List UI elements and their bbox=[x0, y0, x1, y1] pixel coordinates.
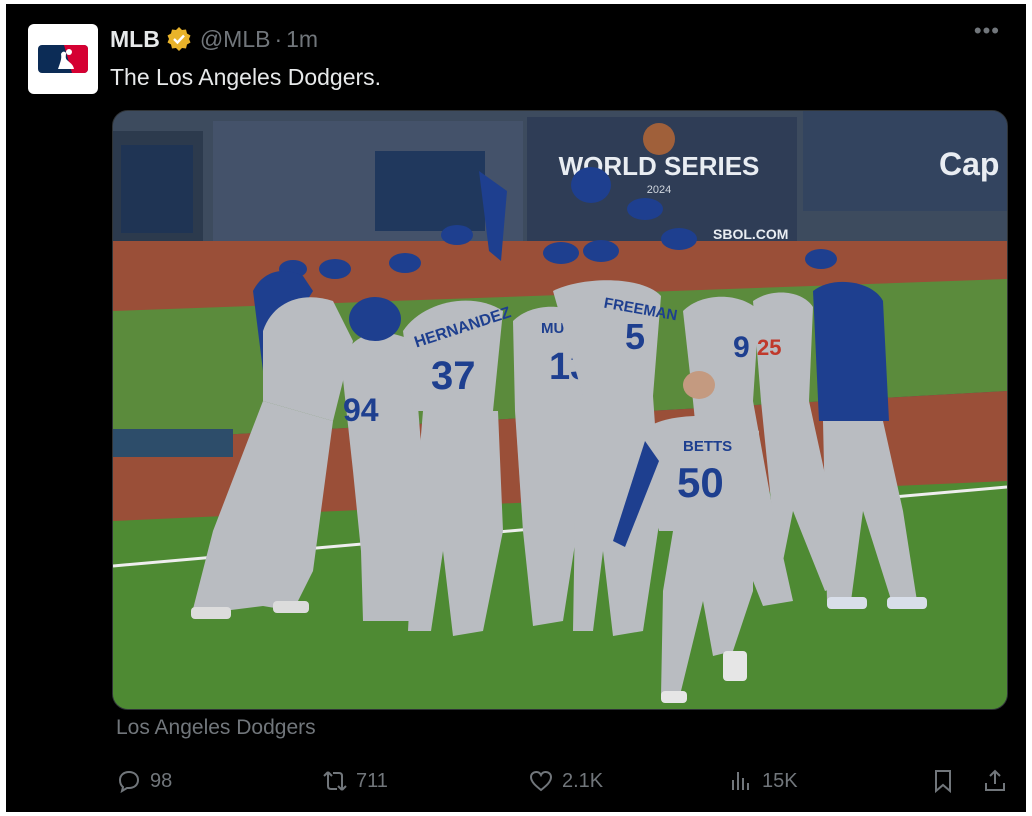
bookmark-button[interactable] bbox=[930, 764, 956, 798]
repost-button[interactable]: 711 bbox=[322, 764, 388, 798]
tweet-header: MLB @MLB · 1m bbox=[110, 24, 318, 54]
action-bar: 98 711 2.1K 15K bbox=[116, 764, 1006, 798]
heart-icon bbox=[529, 770, 553, 792]
mlb-logo-icon bbox=[38, 45, 88, 73]
tweet-text: The Los Angeles Dodgers. bbox=[110, 64, 382, 90]
jersey-number-50: 50 bbox=[677, 459, 724, 506]
reply-icon bbox=[118, 770, 140, 794]
like-count: 2.1K bbox=[562, 769, 604, 792]
separator-dot: · bbox=[274, 25, 283, 52]
like-button[interactable]: 2.1K bbox=[528, 764, 603, 798]
avatar[interactable] bbox=[28, 24, 98, 94]
more-options-button[interactable]: ••• bbox=[974, 18, 1000, 44]
sponsor-text: Cap bbox=[939, 146, 999, 182]
jersey-name-betts: BETTS bbox=[683, 438, 732, 455]
timestamp[interactable]: 1m bbox=[286, 26, 318, 53]
author-handle[interactable]: @MLB bbox=[200, 26, 271, 53]
tweet-photo[interactable]: WORLD SERIES 2024 Cap SBOL.COM 94 HERNAN… bbox=[112, 110, 1008, 710]
repost-count: 711 bbox=[356, 769, 388, 792]
media-source-label[interactable]: Los Angeles Dodgers bbox=[116, 716, 316, 740]
views-count: 15K bbox=[762, 769, 798, 792]
share-icon bbox=[985, 769, 1005, 791]
jersey-number-37: 37 bbox=[431, 354, 476, 398]
jersey-number-25: 25 bbox=[757, 335, 781, 360]
views-button[interactable]: 15K bbox=[728, 764, 798, 798]
repost-icon bbox=[323, 771, 347, 791]
bookmark-icon bbox=[935, 770, 951, 794]
ad-text: SBOL.COM bbox=[713, 226, 788, 242]
author-name[interactable]: MLB bbox=[110, 26, 160, 53]
share-button[interactable] bbox=[982, 764, 1008, 798]
views-icon bbox=[732, 772, 749, 790]
tweet-card: MLB @MLB · 1m ••• The Los Angeles Dodger… bbox=[6, 4, 1026, 812]
jersey-number-5: 5 bbox=[625, 316, 645, 357]
reply-button[interactable]: 98 bbox=[116, 764, 172, 798]
reply-count: 98 bbox=[150, 769, 173, 792]
jersey-number-9: 9 bbox=[733, 331, 750, 364]
jersey-number-94: 94 bbox=[343, 392, 379, 428]
celebration-photo: WORLD SERIES 2024 Cap SBOL.COM 94 HERNAN… bbox=[113, 111, 1007, 709]
verified-badge-icon bbox=[166, 26, 192, 52]
world-series-year: 2024 bbox=[647, 184, 671, 196]
